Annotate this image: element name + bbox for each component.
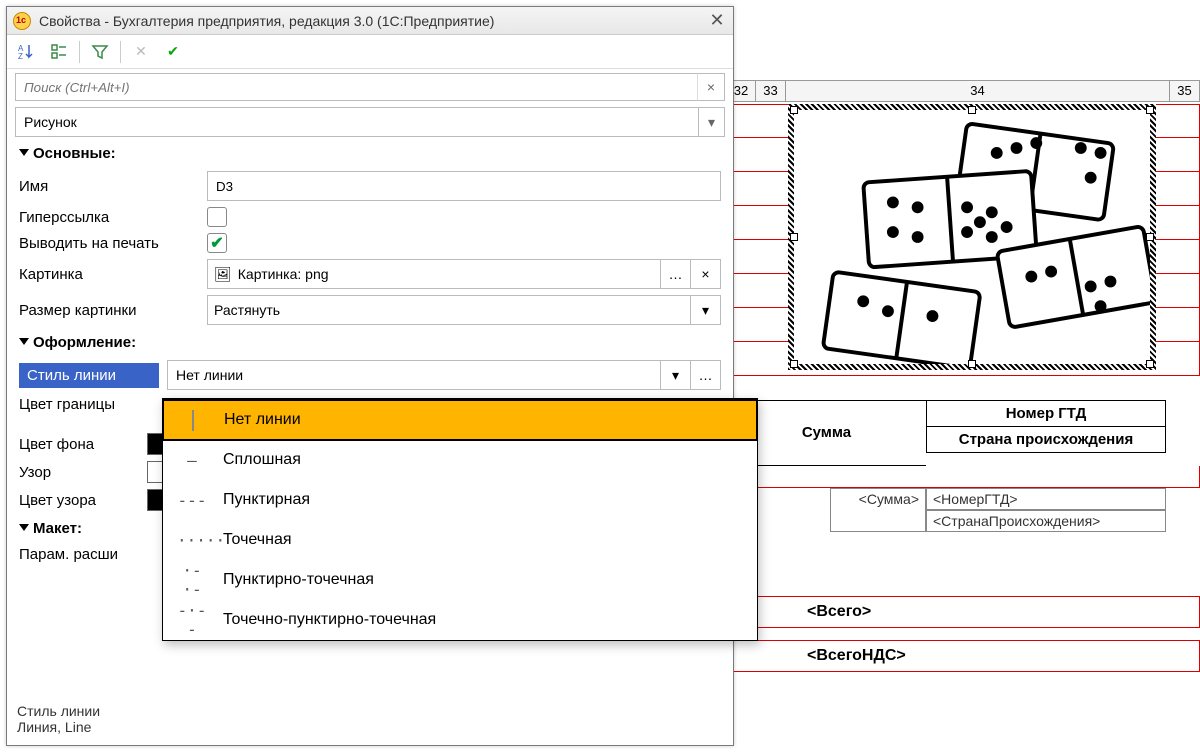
dd-item-dotted[interactable]: ····· Точечная xyxy=(163,520,757,560)
total-all[interactable]: <Всего> xyxy=(726,596,1200,628)
label-hyperlink: Гиперссылка xyxy=(19,209,199,226)
label-patterncolor: Цвет узора xyxy=(19,492,139,509)
filter-button[interactable] xyxy=(88,40,112,64)
line-dotted-icon: ····· xyxy=(177,531,207,550)
window-title: Свойства - Бухгалтерия предприятия, реда… xyxy=(39,13,707,29)
label-size: Размер картинки xyxy=(19,302,199,319)
svg-text:Z: Z xyxy=(18,52,23,61)
line-dotdashdot-icon: -·-- xyxy=(177,601,207,639)
toolbar: AZ ✕ ✔ xyxy=(7,35,733,69)
linestyle-dropdown[interactable]: Нет линии — Сплошная --- Пунктирная ····… xyxy=(162,398,758,641)
label-name: Имя xyxy=(19,178,199,195)
column-headers-row: 32 33 34 35 xyxy=(726,80,1200,102)
dd-item-none[interactable]: Нет линии xyxy=(162,399,758,441)
linestyle-combo[interactable]: Нет линии xyxy=(167,360,661,390)
dd-item-dotdashdot[interactable]: -·-- Точечно-пунктирно-точечная xyxy=(163,600,757,640)
sort-az-button[interactable]: AZ xyxy=(15,40,39,64)
categories-button[interactable] xyxy=(47,40,71,64)
header-country: Страна происхождения xyxy=(926,427,1166,453)
input-name[interactable] xyxy=(207,171,721,201)
total-vat[interactable]: <ВсегоНДС> xyxy=(726,640,1200,672)
search-clear-button[interactable]: × xyxy=(697,73,725,101)
label-linestyle[interactable]: Стиль линии xyxy=(19,363,159,388)
size-arrow[interactable]: ▾ xyxy=(691,295,721,325)
search-input[interactable] xyxy=(15,73,697,101)
report-header-table: Сумма Номер ГТД Страна происхождения <Су… xyxy=(726,400,1200,532)
label-pattern: Узор xyxy=(19,464,139,481)
line-dashdot-icon: ·-·- xyxy=(177,561,207,599)
line-none-icon xyxy=(192,410,194,431)
section-main[interactable]: Основные: xyxy=(7,139,733,168)
label-bgcolor: Цвет фона xyxy=(19,436,139,453)
picture-select-button[interactable]: … xyxy=(661,259,691,289)
picture-object[interactable] xyxy=(788,104,1156,370)
dd-item-solid[interactable]: — Сплошная xyxy=(163,440,757,480)
placeholder-country[interactable]: <СтранаПроисхождения> xyxy=(926,510,1166,532)
label-picture: Картинка xyxy=(19,266,199,283)
col-header-34[interactable]: 34 xyxy=(786,80,1170,102)
linestyle-more-button[interactable]: … xyxy=(691,360,721,390)
size-combo[interactable]: Растянуть xyxy=(207,295,691,325)
checkbox-hyperlink[interactable] xyxy=(207,207,227,227)
line-dashed-icon: --- xyxy=(177,491,207,510)
app-icon xyxy=(13,12,31,30)
dd-item-dashed[interactable]: --- Пунктирная xyxy=(163,480,757,520)
placeholder-gtd[interactable]: <НомерГТД> xyxy=(926,488,1166,510)
line-solid-icon: — xyxy=(177,451,207,470)
checkbox-print[interactable]: ✔ xyxy=(207,233,227,253)
spreadsheet-background: 32 33 34 35 xyxy=(726,80,1200,376)
dd-item-dashdot[interactable]: ·-·- Пунктирно-точечная xyxy=(163,560,757,600)
element-type-combo[interactable]: Рисунок xyxy=(15,107,699,137)
apply-button[interactable]: ✔ xyxy=(161,40,185,64)
picture-clear-button[interactable]: × xyxy=(691,259,721,289)
placeholder-sum[interactable]: <Сумма> xyxy=(830,488,926,532)
section-design[interactable]: Оформление: xyxy=(7,328,733,357)
col-header-35[interactable]: 35 xyxy=(1170,80,1200,102)
titlebar[interactable]: Свойства - Бухгалтерия предприятия, реда… xyxy=(7,7,733,35)
picture-thumb-icon: 🖼 xyxy=(214,266,232,283)
cancel-button: ✕ xyxy=(129,40,153,64)
status-footer: Стиль линии Линия, Line xyxy=(17,703,100,735)
header-gtd: Номер ГТД xyxy=(926,400,1166,427)
element-type-arrow[interactable]: ▾ xyxy=(699,107,725,137)
linestyle-arrow[interactable]: ▾ xyxy=(661,360,691,390)
label-print: Выводить на печать xyxy=(19,235,199,252)
picture-field[interactable]: 🖼 Картинка: png xyxy=(207,259,661,289)
domino-image xyxy=(794,110,1150,364)
col-header-33[interactable]: 33 xyxy=(756,80,786,102)
close-button[interactable]: ✕ xyxy=(707,11,727,31)
